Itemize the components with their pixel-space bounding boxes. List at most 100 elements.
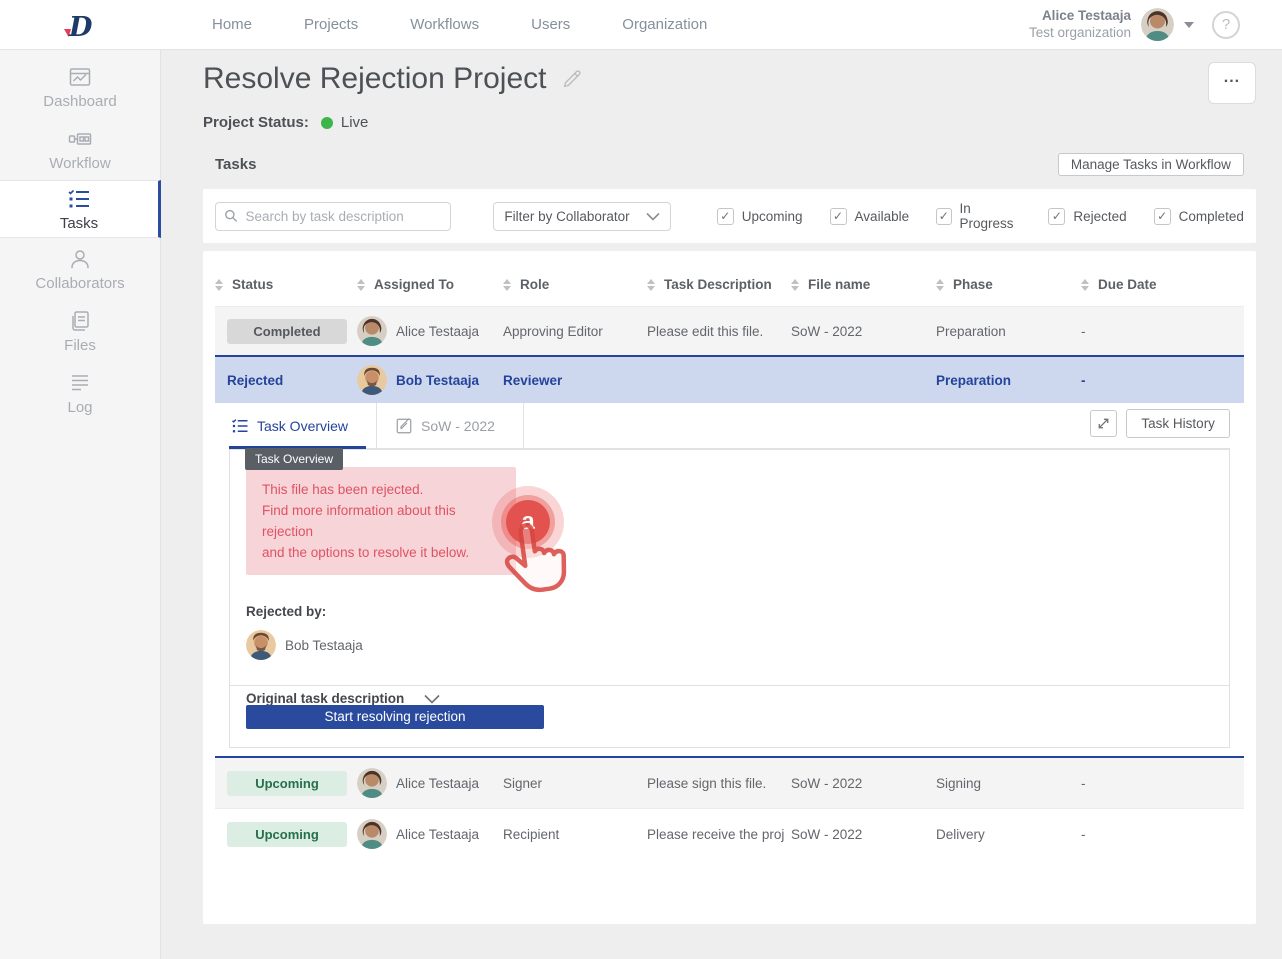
task-detail-panel: Task Overview SoW - 2022 Task History Ta…: [215, 403, 1244, 748]
rejected-by-label: Rejected by:: [246, 604, 1213, 619]
user-menu[interactable]: Alice Testaaja Test organization ?: [1029, 8, 1240, 42]
sidebar-item-log[interactable]: Log: [0, 362, 160, 424]
avatar[interactable]: [1141, 8, 1174, 41]
assignee-name: Bob Testaaja: [396, 373, 479, 388]
start-resolving-rejection-button[interactable]: Start resolving rejection: [246, 705, 544, 729]
detail-tabbar: Task Overview SoW - 2022 Task History: [229, 403, 1230, 449]
nav-item-organization[interactable]: Organization: [622, 16, 707, 33]
sidebar-item-tasks[interactable]: Tasks: [0, 180, 161, 238]
user-organization: Test organization: [1029, 25, 1131, 42]
file-name-cell: SoW - 2022: [791, 827, 936, 842]
tooltip: Task Overview: [245, 448, 343, 470]
avatar: [357, 365, 387, 395]
collaborators-icon: [68, 247, 92, 271]
table-row[interactable]: Upcoming Alice Testaaja Signer Please si…: [215, 758, 1244, 808]
sort-icon[interactable]: [215, 279, 223, 291]
due-date-cell: -: [1081, 373, 1244, 388]
rejection-alert: This file has been rejected. Find more i…: [246, 467, 516, 575]
task-history-button[interactable]: Task History: [1126, 409, 1230, 438]
tasks-icon: [67, 187, 91, 211]
sort-icon[interactable]: [1081, 279, 1089, 291]
log-icon: [68, 371, 92, 395]
status-badge: Completed: [227, 319, 347, 344]
checkbox-checked-icon[interactable]: [1154, 208, 1171, 225]
status-dot: [321, 117, 333, 129]
files-icon: [68, 309, 92, 333]
search-input[interactable]: [245, 209, 442, 224]
brand-logo[interactable]: D: [56, 9, 96, 41]
collaborator-filter-dropdown[interactable]: Filter by Collaborator: [493, 202, 670, 231]
page-title: Resolve Rejection Project: [203, 62, 547, 96]
checkbox-checked-icon[interactable]: [1048, 208, 1065, 225]
role-cell: Reviewer: [503, 373, 647, 388]
user-name: Alice Testaaja: [1029, 8, 1131, 25]
phase-cell: Preparation: [936, 373, 1081, 388]
sort-icon[interactable]: [503, 279, 511, 291]
filter-bar: Filter by Collaborator Upcoming Availabl…: [203, 189, 1256, 243]
nav-item-users[interactable]: Users: [531, 16, 570, 33]
column-header-assigned-to[interactable]: Assigned To: [357, 277, 503, 292]
top-navbar: D Home Projects Workflows Users Organiza…: [0, 0, 1282, 50]
tasks-table: Status Assigned To Role Task Description…: [203, 251, 1256, 924]
sidebar-item-label: Dashboard: [43, 93, 116, 110]
checkbox-checked-icon[interactable]: [936, 208, 951, 225]
column-header-due-date[interactable]: Due Date: [1081, 277, 1244, 292]
task-description-cell: Please receive the proj: [647, 827, 791, 842]
expand-panel-button[interactable]: [1090, 410, 1117, 437]
phase-cell: Delivery: [936, 827, 1081, 842]
column-header-role[interactable]: Role: [503, 277, 647, 292]
due-date-cell: -: [1081, 827, 1244, 842]
help-button[interactable]: ?: [1212, 11, 1240, 39]
collaborator-filter-label: Filter by Collaborator: [504, 209, 629, 224]
nav-item-projects[interactable]: Projects: [304, 16, 358, 33]
sort-icon[interactable]: [357, 279, 365, 291]
edit-title-icon[interactable]: [561, 68, 583, 90]
table-row-selected[interactable]: Rejected Bob Testaaja Reviewer Preparati…: [215, 355, 1244, 403]
project-menu-button[interactable]: ...: [1208, 62, 1256, 104]
filter-completed[interactable]: Completed: [1154, 201, 1244, 231]
tab-label: SoW - 2022: [421, 418, 495, 434]
column-header-task-description[interactable]: Task Description: [647, 277, 791, 292]
edit-file-icon: [395, 417, 413, 435]
filter-rejected[interactable]: Rejected: [1048, 201, 1126, 231]
table-row[interactable]: Completed Alice Testaaja Approving Edito…: [215, 307, 1244, 355]
sort-icon[interactable]: [936, 279, 944, 291]
workflow-icon: [68, 127, 92, 151]
nav-item-workflows[interactable]: Workflows: [410, 16, 479, 33]
sort-icon[interactable]: [791, 279, 799, 291]
avatar: [357, 768, 387, 798]
tab-label: Task Overview: [257, 418, 348, 434]
column-header-status[interactable]: Status: [215, 277, 357, 292]
nav-links: Home Projects Workflows Users Organizati…: [212, 16, 707, 33]
table-row[interactable]: Upcoming Alice Testaaja Recipient Please…: [215, 809, 1244, 859]
sidebar-item-dashboard[interactable]: Dashboard: [0, 56, 160, 118]
chevron-down-icon[interactable]: [1184, 22, 1194, 28]
file-name-cell: SoW - 2022: [791, 324, 936, 339]
manage-tasks-button[interactable]: Manage Tasks in Workflow: [1058, 153, 1244, 176]
search-box[interactable]: [215, 202, 451, 231]
user-info: Alice Testaaja Test organization: [1029, 8, 1131, 42]
status-text: Rejected: [227, 373, 283, 388]
sidebar-item-files[interactable]: Files: [0, 300, 160, 362]
nav-item-home[interactable]: Home: [212, 16, 252, 33]
column-header-phase[interactable]: Phase: [936, 277, 1081, 292]
role-cell: Approving Editor: [503, 324, 647, 339]
column-header-file-name[interactable]: File name: [791, 277, 936, 292]
checkbox-checked-icon[interactable]: [717, 208, 734, 225]
sidebar-item-collaborators[interactable]: Collaborators: [0, 238, 160, 300]
filter-available[interactable]: Available: [830, 201, 910, 231]
tab-task-overview[interactable]: Task Overview: [229, 403, 377, 448]
task-description-cell: Please sign this file.: [647, 776, 791, 791]
due-date-cell: -: [1081, 776, 1244, 791]
filter-upcoming[interactable]: Upcoming: [717, 201, 803, 231]
status-filters: Upcoming Available In Progress Rejected …: [717, 201, 1244, 231]
filter-in-progress[interactable]: In Progress: [936, 201, 1021, 231]
expand-icon: [1096, 416, 1111, 431]
avatar: [357, 316, 387, 346]
tab-sow-2022[interactable]: SoW - 2022: [393, 403, 524, 448]
checkbox-checked-icon[interactable]: [830, 208, 847, 225]
sidebar-item-workflow[interactable]: Workflow: [0, 118, 160, 180]
sort-icon[interactable]: [647, 279, 655, 291]
role-cell: Signer: [503, 776, 647, 791]
sidebar-item-label: Log: [67, 399, 92, 416]
